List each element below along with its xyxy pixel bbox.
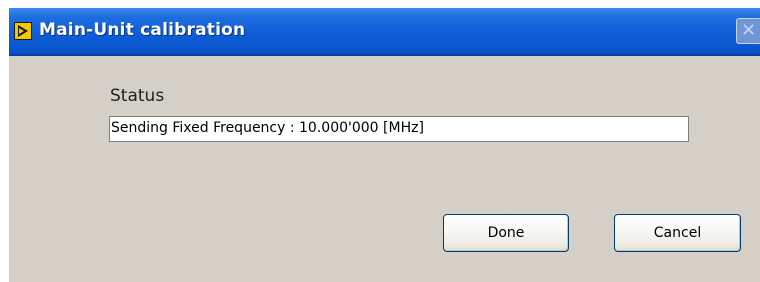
close-button[interactable]: ✕	[736, 18, 760, 44]
cancel-button[interactable]: Cancel	[614, 214, 741, 252]
close-icon: ✕	[741, 20, 757, 41]
done-button[interactable]: Done	[443, 214, 569, 252]
dialog-window: Main-Unit calibration ✕ Status Sending F…	[9, 8, 760, 282]
status-field: Sending Fixed Frequency : 10.000'000 [MH…	[109, 116, 689, 142]
app-icon[interactable]	[14, 22, 32, 40]
status-label: Status	[110, 86, 165, 106]
window-title: Main-Unit calibration	[39, 20, 246, 40]
title-bar[interactable]: Main-Unit calibration ✕	[9, 8, 760, 56]
